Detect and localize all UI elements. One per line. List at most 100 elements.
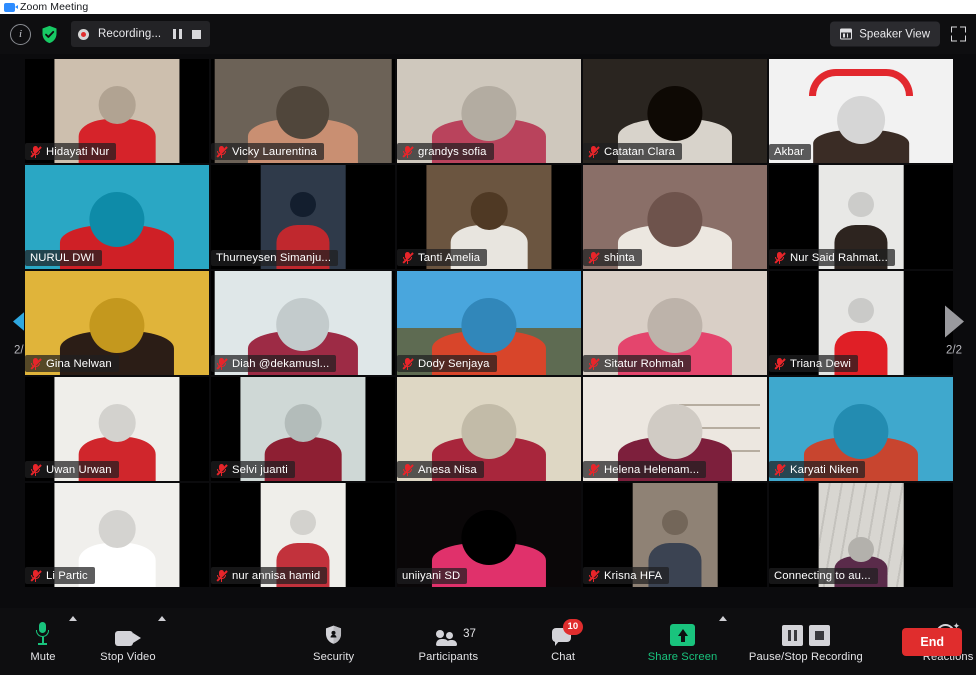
participant-tile[interactable]: Thurneysen Simanju...: [210, 164, 396, 270]
participant-name: Diah @dekamusl...: [232, 357, 330, 370]
video-options-button[interactable]: [158, 608, 167, 675]
participant-name-badge: Triana Dewi: [769, 355, 858, 372]
stop-icon[interactable]: [808, 625, 830, 646]
participant-name-badge: Helena Helenam...: [583, 461, 707, 478]
audio-options-button[interactable]: [68, 608, 77, 675]
security-label: Security: [313, 651, 355, 663]
participant-tile[interactable]: Krisna HFA: [582, 482, 768, 588]
participant-name: Akbar: [774, 146, 805, 158]
participant-name: Krisna HFA: [604, 569, 663, 582]
muted-microphone-icon: [774, 357, 786, 370]
people-icon: 37: [435, 620, 476, 646]
page-indicator-right: 2/2: [946, 344, 962, 357]
participant-tile[interactable]: Uwan Urwan: [24, 376, 210, 482]
participant-tile[interactable]: Vicky Laurentina: [210, 58, 396, 164]
participant-tile[interactable]: Tanti Amelia: [396, 164, 582, 270]
participant-name-badge: Dody Senjaya: [397, 355, 497, 372]
stop-video-label: Stop Video: [100, 651, 156, 663]
muted-microphone-icon: [30, 569, 42, 582]
participant-tile[interactable]: Nur Said Rahmat...: [768, 164, 954, 270]
speaker-view-button[interactable]: Speaker View: [830, 21, 940, 47]
muted-microphone-icon: [402, 357, 414, 370]
participant-tile[interactable]: shinta: [582, 164, 768, 270]
muted-microphone-icon: [216, 357, 228, 370]
share-options-button[interactable]: [719, 608, 728, 675]
participant-tile[interactable]: Connecting to au...: [768, 482, 954, 588]
next-page-button[interactable]: 2/2: [942, 305, 966, 357]
participant-name-badge: Vicky Laurentina: [211, 143, 324, 160]
participant-tile[interactable]: Gina Nelwan: [24, 270, 210, 376]
muted-microphone-icon: [402, 463, 414, 476]
participant-tile[interactable]: Akbar: [768, 58, 954, 164]
grid-view-icon: [840, 28, 853, 40]
participant-tile[interactable]: NURUL DWI: [24, 164, 210, 270]
participants-count: 37: [463, 628, 476, 640]
chevron-up-icon: [719, 616, 728, 621]
participant-tile[interactable]: Catatan Clara: [582, 58, 768, 164]
muted-microphone-icon: [588, 145, 600, 158]
participant-name-badge: NURUL DWI: [25, 250, 102, 266]
participant-name: Nur Said Rahmat...: [790, 251, 888, 264]
participant-tile[interactable]: Dody Senjaya: [396, 270, 582, 376]
chat-bubble-icon: 10: [551, 619, 583, 646]
chat-unread-badge: 10: [563, 619, 583, 635]
recording-controls: [173, 29, 202, 39]
participant-tile[interactable]: Triana Dewi: [768, 270, 954, 376]
participant-tile[interactable]: Selvi juanti: [210, 376, 396, 482]
stop-video-button[interactable]: Stop Video: [98, 620, 158, 663]
share-screen-button[interactable]: Share Screen: [646, 620, 720, 663]
participant-tile[interactable]: Hidayati Nur: [24, 58, 210, 164]
participant-name: Anesa Nisa: [418, 463, 477, 476]
muted-microphone-icon: [216, 569, 228, 582]
participant-tile[interactable]: Karyati Niken: [768, 376, 954, 482]
muted-microphone-icon: [30, 463, 42, 476]
participant-tile[interactable]: nur annisa hamid: [210, 482, 396, 588]
participant-tile[interactable]: Helena Helenam...: [582, 376, 768, 482]
participant-name-badge: Thurneysen Simanju...: [211, 250, 339, 266]
security-button[interactable]: Security: [308, 620, 360, 663]
window-titlebar: Zoom Meeting: [0, 0, 976, 14]
recording-status-chip: Recording...: [71, 21, 211, 47]
participant-name-badge: Catatan Clara: [583, 143, 683, 160]
enter-fullscreen-icon[interactable]: [951, 26, 966, 42]
muted-microphone-icon: [588, 463, 600, 476]
pause-icon[interactable]: [173, 29, 183, 39]
info-icon[interactable]: i: [10, 23, 31, 45]
pause-icon[interactable]: [781, 625, 803, 646]
participants-button[interactable]: 37 Participants: [416, 620, 480, 663]
mute-button[interactable]: Mute: [17, 620, 69, 663]
muted-microphone-icon: [30, 145, 42, 158]
participant-name: nur annisa hamid: [232, 569, 321, 582]
participant-tile[interactable]: uniiyani SD: [396, 482, 582, 588]
participant-tile[interactable]: Sitatur Rohmah: [582, 270, 768, 376]
stop-icon[interactable]: [192, 29, 202, 39]
participant-tile[interactable]: Diah @dekamusl...: [210, 270, 396, 376]
chevron-up-icon: [158, 616, 167, 621]
chevron-up-icon: [68, 616, 77, 621]
muted-microphone-icon: [216, 463, 228, 476]
participant-name: Helena Helenam...: [604, 463, 700, 476]
participant-tile[interactable]: Li Partic: [24, 482, 210, 588]
chat-button[interactable]: 10 Chat: [537, 619, 589, 663]
pause-stop-recording-label: Pause/Stop Recording: [748, 651, 863, 663]
participant-name: uniiyani SD: [402, 570, 461, 582]
participant-name-badge: Hidayati Nur: [25, 143, 117, 160]
participant-name-badge: Karyati Niken: [769, 461, 866, 478]
participant-tile[interactable]: Anesa Nisa: [396, 376, 582, 482]
participant-name: Catatan Clara: [604, 145, 676, 158]
end-meeting-button[interactable]: End: [902, 627, 962, 656]
participant-tile[interactable]: grandys sofia: [396, 58, 582, 164]
shield-checkmark-icon[interactable]: [39, 24, 60, 45]
recording-controls-icons: [781, 620, 830, 646]
participant-tile-grid: Hidayati Nur Vicky Laurentina grandys sofi…: [24, 58, 954, 588]
participant-name: Dody Senjaya: [418, 357, 490, 370]
muted-microphone-icon: [774, 463, 786, 476]
pause-stop-recording-button[interactable]: Pause/Stop Recording: [748, 620, 864, 663]
participant-name: NURUL DWI: [30, 252, 95, 264]
participant-name: Hidayati Nur: [46, 145, 110, 158]
record-dot-icon: [78, 28, 89, 40]
participant-name: Gina Nelwan: [46, 357, 112, 370]
participant-name-badge: shinta: [583, 249, 642, 266]
participant-name-badge: grandys sofia: [397, 143, 494, 160]
muted-microphone-icon: [30, 357, 42, 370]
